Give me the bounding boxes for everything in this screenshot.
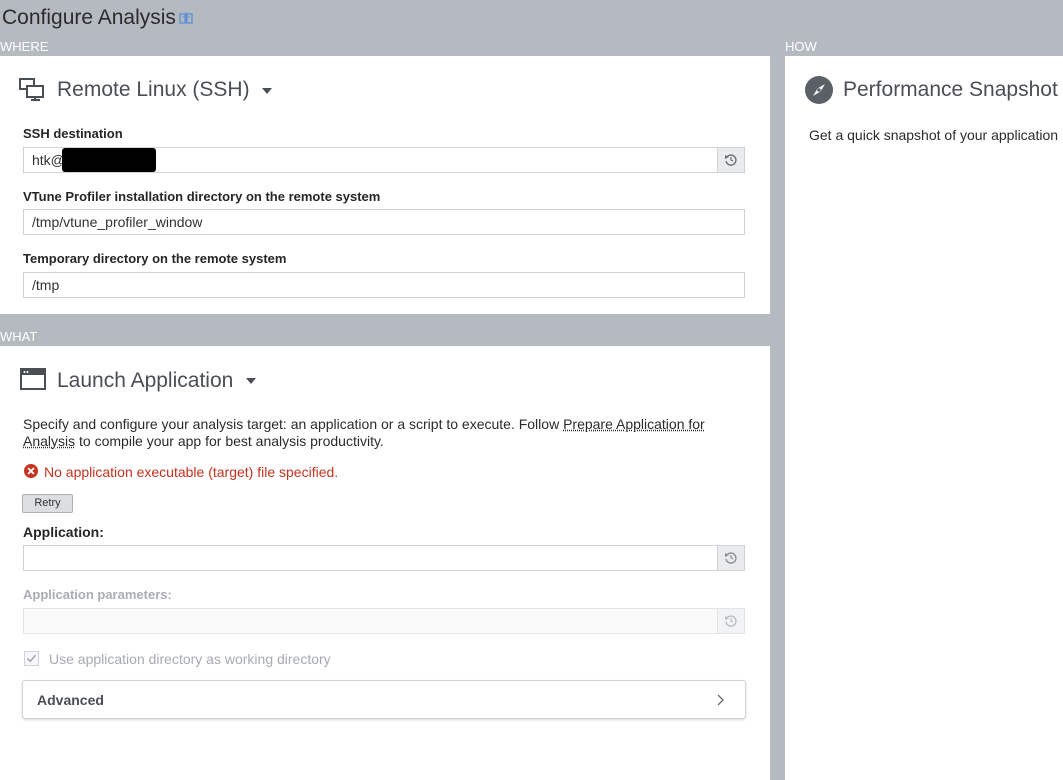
what-section-label: WHAT [0,329,38,344]
parameters-history-button[interactable] [717,608,745,634]
working-directory-checkbox[interactable] [24,651,39,666]
application-label: Application: [23,524,104,540]
help-book-icon[interactable] [178,10,194,26]
where-target-title[interactable]: Remote Linux (SSH) [57,78,250,102]
checkmark-icon [26,654,37,663]
ssh-destination-value: htk@ [32,152,65,168]
what-target-title[interactable]: Launch Application [57,369,233,393]
temp-dir-label: Temporary directory on the remote system [23,251,287,266]
application-parameters-label: Application parameters: [23,587,172,602]
application-input[interactable] [23,545,718,571]
remote-computers-icon [19,78,44,101]
chevron-down-icon[interactable] [262,88,272,94]
where-section-label: WHERE [0,39,49,54]
application-window-icon [20,368,46,390]
advanced-expander[interactable]: Advanced [22,680,746,719]
chevron-down-icon[interactable] [246,378,256,384]
how-analysis-title[interactable]: Performance Snapshot [843,78,1058,102]
where-panel: Remote Linux (SSH) SSH destination htk@ … [0,56,770,314]
retry-button[interactable]: Retry [22,494,73,513]
application-history-button[interactable] [717,545,745,571]
install-dir-input[interactable]: /tmp/vtune_profiler_window [23,209,745,235]
temp-dir-input[interactable]: /tmp [23,272,745,298]
history-icon [725,154,737,166]
history-icon [725,552,737,564]
advanced-label: Advanced [37,692,104,708]
how-panel: Performance Snapshot Get a quick snapsho… [785,56,1063,780]
error-icon [24,464,38,478]
compass-icon [805,76,833,104]
application-parameters-input[interactable] [23,608,718,634]
what-panel: Launch Application Specify and configure… [0,346,770,780]
description-text-end: to compile your app for best analysis pr… [75,433,384,449]
history-button[interactable] [717,147,745,173]
how-section-label: HOW [785,39,817,54]
target-description: Specify and configure your analysis targ… [23,416,723,450]
history-icon [725,615,737,627]
analysis-description: Get a quick snapshot of your application [809,127,1059,143]
description-text: Specify and configure your analysis targ… [23,416,564,432]
top-bar: Configure Analysis [0,0,1063,40]
working-directory-label[interactable]: Use application directory as working dir… [49,651,331,667]
error-message: No application executable (target) file … [44,464,339,480]
chevron-right-icon [717,694,724,706]
redacted-block [62,148,156,172]
ssh-destination-label: SSH destination [23,126,123,141]
install-dir-label: VTune Profiler installation directory on… [23,189,381,204]
page-title: Configure Analysis [2,6,176,29]
